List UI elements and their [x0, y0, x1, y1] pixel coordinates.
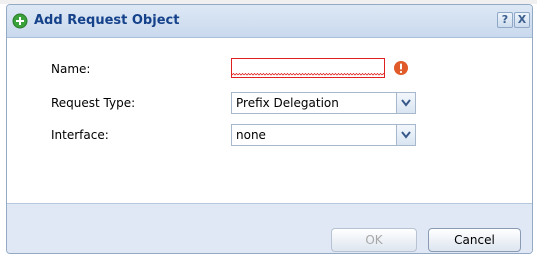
name-input[interactable]	[231, 58, 385, 78]
dropdown-arrow-icon[interactable]	[396, 93, 415, 113]
interface-select[interactable]: none	[231, 124, 416, 146]
request-type-value: Prefix Delegation	[236, 96, 339, 110]
add-request-object-dialog: Add Request Object ? X Name: Request Typ…	[6, 4, 533, 254]
dialog-footer: OK Cancel	[7, 203, 532, 253]
name-label: Name:	[51, 62, 91, 76]
cancel-button[interactable]: Cancel	[428, 228, 521, 252]
dropdown-arrow-icon[interactable]	[396, 125, 415, 145]
close-button[interactable]: X	[514, 12, 530, 28]
interface-value: none	[236, 128, 266, 142]
help-button[interactable]: ?	[497, 12, 513, 28]
add-icon	[12, 13, 28, 29]
interface-label: Interface:	[51, 128, 109, 142]
ok-button[interactable]: OK	[331, 228, 417, 252]
dialog-titlebar: Add Request Object ? X	[7, 5, 532, 38]
request-type-label: Request Type:	[51, 96, 136, 110]
request-type-select[interactable]: Prefix Delegation	[231, 92, 416, 114]
error-icon	[394, 61, 408, 75]
dialog-title: Add Request Object	[34, 13, 180, 28]
